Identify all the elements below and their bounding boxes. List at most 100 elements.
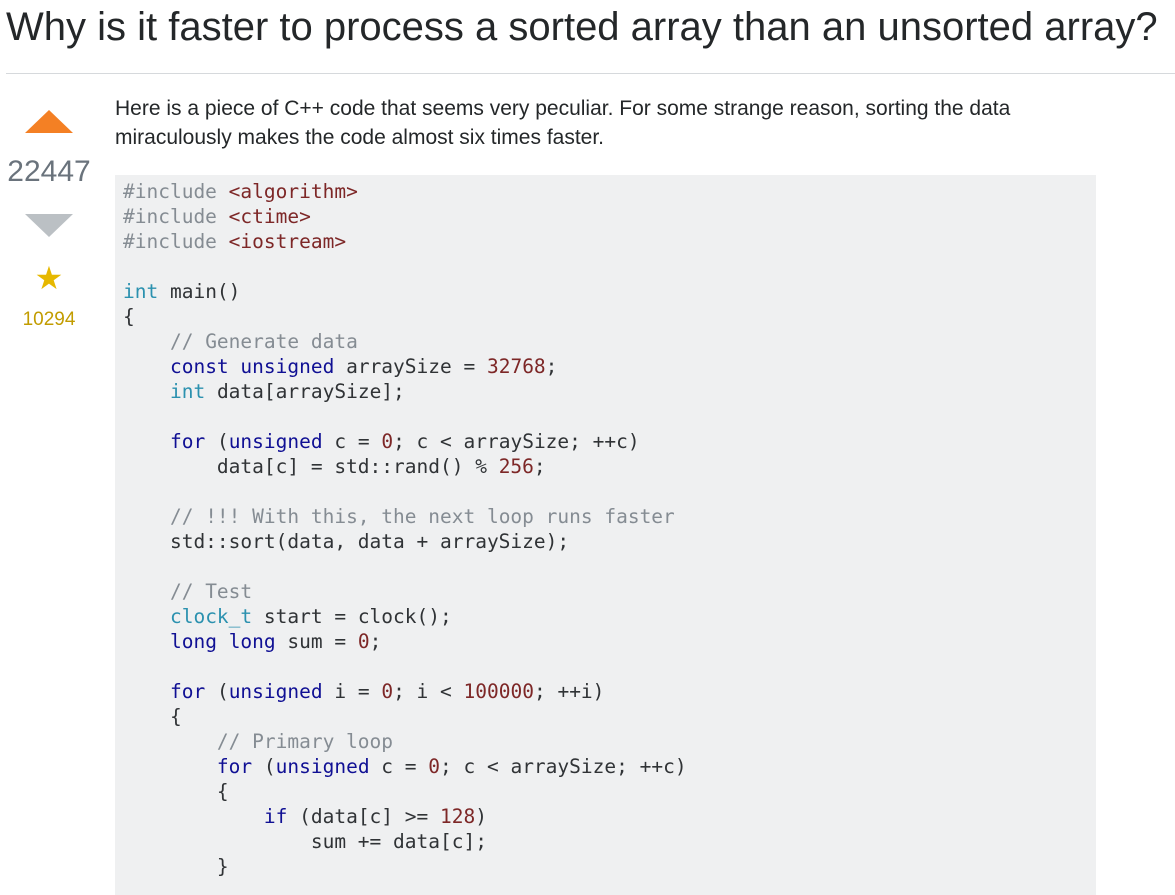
code-token: for	[216, 755, 253, 778]
code-token: {	[123, 780, 229, 803]
code-token: {	[123, 305, 135, 328]
code-token: data[c] = std::rand() %	[123, 455, 499, 478]
downvote-arrow-icon[interactable]	[25, 214, 73, 237]
code-line: {	[123, 705, 182, 728]
code-line: // !!! With this, the next loop runs fas…	[123, 505, 675, 528]
code-line: // Generate data	[123, 330, 358, 353]
code-token: ; c < arraySize; ++c)	[440, 755, 687, 778]
code-line: #include <iostream>	[123, 230, 346, 253]
code-line: // Test	[123, 580, 252, 603]
code-line: const unsigned arraySize = 32768;	[123, 355, 557, 378]
code-token: (	[205, 680, 229, 703]
code-token: // !!! With this, the next loop runs fas…	[169, 505, 675, 528]
code-line: clock_t start = clock();	[123, 605, 452, 628]
code-token: <iostream>	[228, 230, 347, 253]
code-token: // Generate data	[169, 330, 358, 353]
code-token: ; ++i)	[533, 680, 605, 703]
code-token: sum += data[c];	[123, 830, 487, 853]
code-listing: #include <algorithm> #include <ctime> #i…	[115, 175, 1096, 879]
question-title[interactable]: Why is it faster to process a sorted arr…	[6, 4, 1158, 50]
code-token: ; i <	[393, 680, 464, 703]
code-line: {	[123, 780, 229, 803]
code-token: arraySize =	[334, 355, 487, 378]
code-line: int data[arraySize];	[123, 380, 405, 403]
code-token: (	[252, 755, 276, 778]
code-line: sum += data[c];	[123, 830, 487, 853]
code-token: unsigned	[275, 755, 370, 778]
code-token: 256	[498, 455, 534, 478]
code-token: 32768	[486, 355, 546, 378]
code-token: for	[169, 430, 206, 453]
favorite-star-icon[interactable]: ★	[0, 260, 98, 296]
code-token: sum =	[275, 630, 358, 653]
code-token: 128	[440, 805, 476, 828]
code-token: #include	[123, 205, 229, 228]
code-block: #include <algorithm> #include <ctime> #i…	[115, 175, 1096, 895]
vote-count: 22447	[7, 155, 91, 188]
code-token: ;	[545, 355, 558, 378]
code-token: // Test	[169, 580, 253, 603]
code-token: clock_t	[169, 605, 253, 628]
code-token: std::sort(data, data + arraySize);	[123, 530, 570, 553]
code-token: const	[169, 355, 229, 378]
code-line: std::sort(data, data + arraySize);	[123, 530, 569, 553]
code-token: 0	[381, 680, 394, 703]
code-token: unsigned	[228, 680, 323, 703]
code-token: // Primary loop	[216, 730, 394, 753]
code-line: #include <algorithm>	[123, 180, 358, 203]
code-token: long	[169, 630, 217, 653]
code-token: int	[169, 380, 206, 403]
code-token: (	[205, 430, 229, 453]
code-token: ;	[369, 630, 382, 653]
code-token: 100000	[463, 680, 534, 703]
post-body: Here is a piece of C++ code that seems v…	[115, 94, 1096, 895]
code-line: for (unsigned i = 0; i < 100000; ++i)	[123, 680, 604, 703]
code-token: <ctime>	[228, 205, 311, 228]
code-token: c =	[369, 755, 429, 778]
code-line: // Primary loop	[123, 730, 393, 753]
code-token: if	[263, 805, 288, 828]
code-token: for	[169, 680, 206, 703]
code-token: c =	[322, 430, 382, 453]
upvote-arrow-icon[interactable]	[25, 110, 73, 133]
code-token: unsigned	[240, 355, 335, 378]
code-token: )	[475, 805, 487, 828]
code-token: #include	[123, 180, 229, 203]
code-line: data[c] = std::rand() % 256;	[123, 455, 546, 478]
code-token: ;	[533, 455, 546, 478]
title-divider	[6, 73, 1175, 74]
code-token: {	[123, 705, 182, 728]
code-token: start = clock();	[252, 605, 452, 628]
code-line: long long sum = 0;	[123, 630, 381, 653]
code-token: data[arraySize];	[205, 380, 405, 403]
favorite-count: 10294	[22, 309, 76, 330]
code-line: #include <ctime>	[123, 205, 311, 228]
code-line: int main()	[123, 280, 240, 303]
code-token: }	[123, 855, 229, 878]
code-line: }	[123, 855, 229, 878]
code-token: i =	[322, 680, 382, 703]
code-token: unsigned	[228, 430, 323, 453]
code-token: (data[c] >=	[287, 805, 440, 828]
code-token: ; c < arraySize; ++c)	[393, 430, 640, 453]
code-token: int	[123, 280, 159, 303]
code-token: main()	[158, 280, 241, 303]
code-token: 0	[381, 430, 394, 453]
code-line: {	[123, 305, 135, 328]
code-line: for (unsigned c = 0; c < arraySize; ++c)	[123, 755, 687, 778]
code-token: long	[228, 630, 276, 653]
code-token: 0	[428, 755, 441, 778]
